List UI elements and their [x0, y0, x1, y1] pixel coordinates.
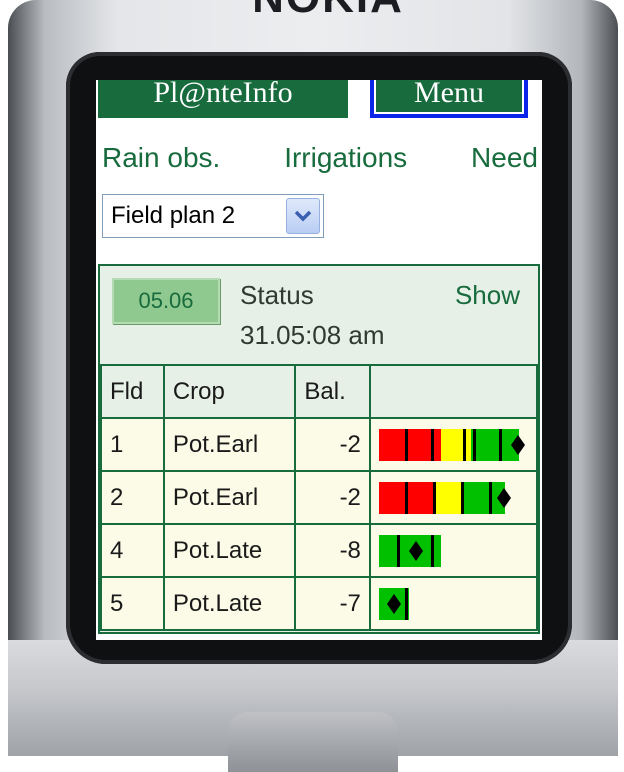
- cell-fld: 1: [100, 417, 165, 472]
- table-row[interactable]: 4 Pot.Late -8: [100, 523, 539, 578]
- balance-bar: [378, 587, 528, 620]
- balance-bar: [378, 481, 528, 514]
- status-panel: 05.06 Status 31.05:08 am Show Fld Crop B…: [98, 264, 540, 634]
- column-header-bal: Bal.: [294, 364, 371, 419]
- table-row[interactable]: 5 Pot.Late -7: [100, 576, 539, 631]
- cell-fld: 4: [100, 523, 165, 578]
- table-row[interactable]: 2 Pot.Earl -2: [100, 470, 539, 525]
- nav-links: Rain obs. Irrigations Need: [102, 142, 538, 174]
- diamond-marker-icon: [386, 593, 401, 614]
- bar-segment: [440, 428, 471, 461]
- cell-balance: -2: [294, 470, 371, 525]
- menu-button[interactable]: Menu: [370, 80, 528, 118]
- cell-fld: 2: [100, 470, 165, 525]
- diamond-marker-icon: [496, 487, 511, 508]
- cell-bar: [368, 523, 539, 578]
- balance-bar: [378, 534, 528, 567]
- status-timestamp: 31.05:08 am: [240, 320, 385, 350]
- field-plan-select[interactable]: Field plan 2: [102, 194, 324, 238]
- bar-segment: [432, 481, 461, 514]
- bar-tick: [404, 428, 408, 461]
- show-link[interactable]: Show: [455, 280, 520, 311]
- bar-tick: [488, 481, 492, 514]
- bar-tick: [430, 428, 434, 461]
- diamond-marker-icon: [408, 540, 423, 561]
- navigation-key[interactable]: [228, 712, 398, 772]
- phone-brand: NOKIA: [238, 0, 418, 18]
- bar-tick: [404, 481, 408, 514]
- status-header: 05.06 Status 31.05:08 am Show: [100, 266, 538, 364]
- bar-tick: [404, 587, 408, 620]
- column-header-bar: [368, 364, 539, 419]
- cell-crop: Pot.Late: [162, 576, 297, 631]
- table-row[interactable]: 1 Pot.Earl -2: [100, 417, 539, 472]
- phone-screen: Pl@nteInfo Menu Rain obs. Irrigations Ne…: [96, 80, 542, 640]
- balance-bar: [378, 428, 528, 461]
- cell-crop: Pot.Late: [162, 523, 297, 578]
- bar-tick: [432, 481, 436, 514]
- nav-link-rain-obs[interactable]: Rain obs.: [102, 142, 220, 174]
- cell-bar: [368, 576, 539, 631]
- cell-crop: Pot.Earl: [162, 417, 297, 472]
- cell-bar: [368, 417, 539, 472]
- bar-tick: [460, 481, 464, 514]
- cell-balance: -2: [294, 417, 371, 472]
- diamond-marker-icon: [510, 434, 525, 455]
- logo-button[interactable]: Pl@nteInfo: [98, 80, 348, 118]
- field-balance-table: Fld Crop Bal. 1 Pot.Earl -2 2 Pot.Earl -…: [100, 364, 539, 631]
- bar-tick: [462, 428, 466, 461]
- bar-tick: [396, 534, 400, 567]
- date-button[interactable]: 05.06: [112, 278, 220, 324]
- nav-link-need[interactable]: Need: [471, 142, 538, 174]
- bar-tick: [472, 428, 476, 461]
- chevron-down-icon[interactable]: [286, 198, 320, 234]
- cell-crop: Pot.Earl: [162, 470, 297, 525]
- cell-bar: [368, 470, 539, 525]
- column-header-crop: Crop: [162, 364, 297, 419]
- cell-balance: -8: [294, 523, 371, 578]
- bar-tick: [430, 534, 434, 567]
- bar-tick: [498, 428, 502, 461]
- field-plan-value: Field plan 2: [111, 202, 236, 229]
- table-header-row: Fld Crop Bal.: [100, 364, 539, 419]
- status-label: Status: [240, 280, 314, 310]
- nav-link-irrigations[interactable]: Irrigations: [284, 142, 407, 174]
- cell-balance: -7: [294, 576, 371, 631]
- column-header-fld: Fld: [100, 364, 165, 419]
- cell-fld: 5: [100, 576, 165, 631]
